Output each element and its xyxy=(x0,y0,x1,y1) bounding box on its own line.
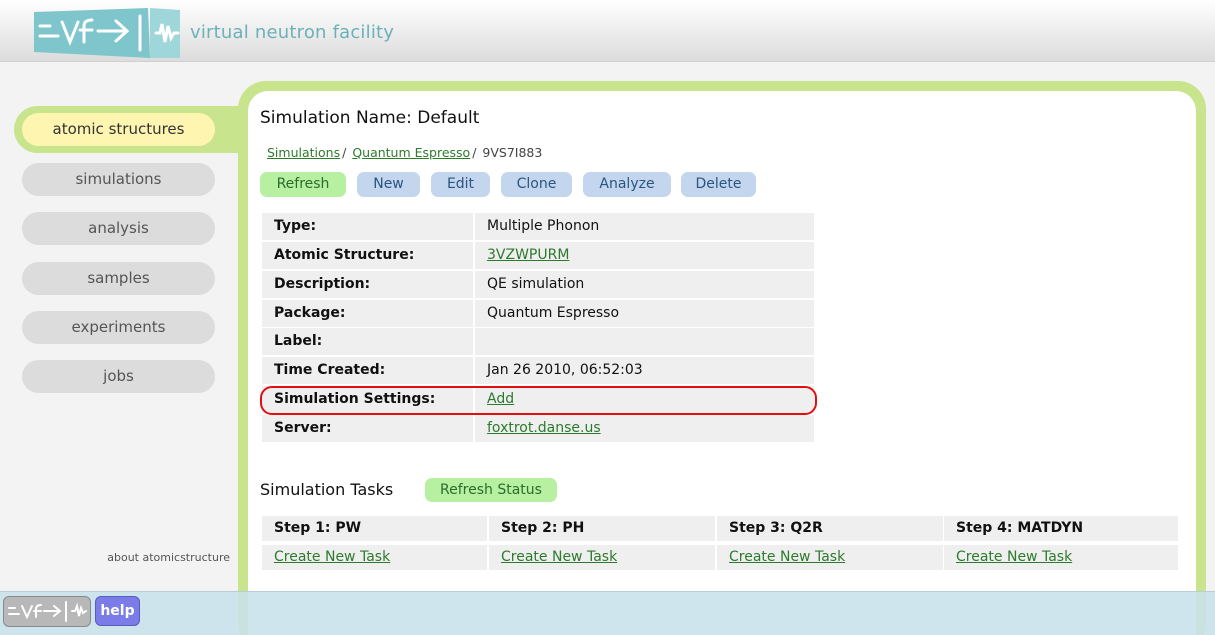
server-link[interactable]: foxtrot.danse.us xyxy=(487,420,601,436)
analyze-button[interactable]: Analyze xyxy=(583,172,671,197)
task-step-cell: Create New Task xyxy=(489,545,715,570)
details-row-type: Type: Multiple Phonon xyxy=(262,213,814,240)
sidebar-item-samples[interactable]: samples xyxy=(22,262,215,295)
details-row-time-created: Time Created: Jan 26 2010, 06:52:03 xyxy=(262,357,814,384)
task-step-cell: Create New Task xyxy=(944,545,1178,570)
refresh-status-button[interactable]: Refresh Status xyxy=(425,478,557,502)
create-new-task-link[interactable]: Create New Task xyxy=(274,549,390,565)
sidebar-item-experiments[interactable]: experiments xyxy=(22,311,215,344)
breadcrumb-current-id: 9VS7I883 xyxy=(482,145,543,160)
details-value: Add xyxy=(475,386,814,413)
details-key: Time Created: xyxy=(262,357,473,384)
new-button[interactable]: New xyxy=(357,172,420,197)
vnf-logo-icon[interactable] xyxy=(32,6,182,60)
sidebar-item-jobs[interactable]: jobs xyxy=(22,360,215,393)
details-row-package: Package: Quantum Espresso xyxy=(262,300,814,327)
refresh-button[interactable]: Refresh xyxy=(260,172,346,197)
details-value: 3VZWPURM xyxy=(475,242,814,269)
footer-logo-icon[interactable] xyxy=(3,596,91,627)
task-step-header: Step 2: PH xyxy=(489,516,715,541)
details-key: Atomic Structure: xyxy=(262,242,473,269)
details-key: Server: xyxy=(262,415,473,442)
breadcrumb-simulations-link[interactable]: Simulations xyxy=(267,145,340,160)
details-key: Package: xyxy=(262,300,473,327)
details-row-server: Server: foxtrot.danse.us xyxy=(262,415,814,442)
edit-button[interactable]: Edit xyxy=(431,172,490,197)
sidebar-item-atomic-structures[interactable]: atomic structures xyxy=(22,113,215,146)
sidebar-item-simulations[interactable]: simulations xyxy=(22,163,215,196)
details-key: Type: xyxy=(262,213,473,240)
details-value: Quantum Espresso xyxy=(475,300,814,327)
delete-button[interactable]: Delete xyxy=(681,172,756,197)
clone-button[interactable]: Clone xyxy=(501,172,572,197)
task-step-4: Step 4: MATDYN Create New Task xyxy=(944,516,1178,572)
task-step-header: Step 3: Q2R xyxy=(717,516,943,541)
breadcrumb-package-link[interactable]: Quantum Espresso xyxy=(352,145,470,160)
tasks-title: Simulation Tasks xyxy=(260,480,394,499)
page-title: Simulation Name: Default xyxy=(260,108,480,128)
atomic-structure-link[interactable]: 3VZWPURM xyxy=(487,247,569,263)
create-new-task-link[interactable]: Create New Task xyxy=(729,549,845,565)
about-link[interactable]: about atomicstructure xyxy=(60,551,230,564)
task-step-header: Step 1: PW xyxy=(262,516,487,541)
details-value: QE simulation xyxy=(475,271,814,298)
details-row-simulation-settings: Simulation Settings: Add xyxy=(262,386,814,413)
create-new-task-link[interactable]: Create New Task xyxy=(956,549,1072,565)
footer-bar xyxy=(0,591,1215,635)
breadcrumb: Simulations / Quantum Espresso/ 9VS7I883 xyxy=(267,145,542,160)
task-step-header: Step 4: MATDYN xyxy=(944,516,1178,541)
add-settings-link[interactable]: Add xyxy=(487,391,514,407)
details-row-label: Label: xyxy=(262,328,814,355)
task-step-2: Step 2: PH Create New Task xyxy=(489,516,715,572)
details-row-description: Description: QE simulation xyxy=(262,271,814,298)
details-key: Simulation Settings: xyxy=(262,386,473,413)
header-bar: virtual neutron facility xyxy=(0,0,1215,62)
details-value: Jan 26 2010, 06:52:03 xyxy=(475,357,814,384)
task-step-1: Step 1: PW Create New Task xyxy=(262,516,487,572)
breadcrumb-separator: / xyxy=(342,145,347,160)
details-value xyxy=(475,328,814,355)
details-key: Label: xyxy=(262,328,473,355)
site-name: virtual neutron facility xyxy=(190,22,395,43)
details-row-atomic-structure: Atomic Structure: 3VZWPURM xyxy=(262,242,814,269)
task-step-cell: Create New Task xyxy=(262,545,487,570)
create-new-task-link[interactable]: Create New Task xyxy=(501,549,617,565)
task-step-3: Step 3: Q2R Create New Task xyxy=(717,516,943,572)
details-value: Multiple Phonon xyxy=(475,213,814,240)
task-step-cell: Create New Task xyxy=(717,545,943,570)
details-key: Description: xyxy=(262,271,473,298)
sidebar-item-analysis[interactable]: analysis xyxy=(22,212,215,245)
help-button[interactable]: help xyxy=(95,596,140,626)
details-value: foxtrot.danse.us xyxy=(475,415,814,442)
breadcrumb-separator: / xyxy=(472,145,477,160)
